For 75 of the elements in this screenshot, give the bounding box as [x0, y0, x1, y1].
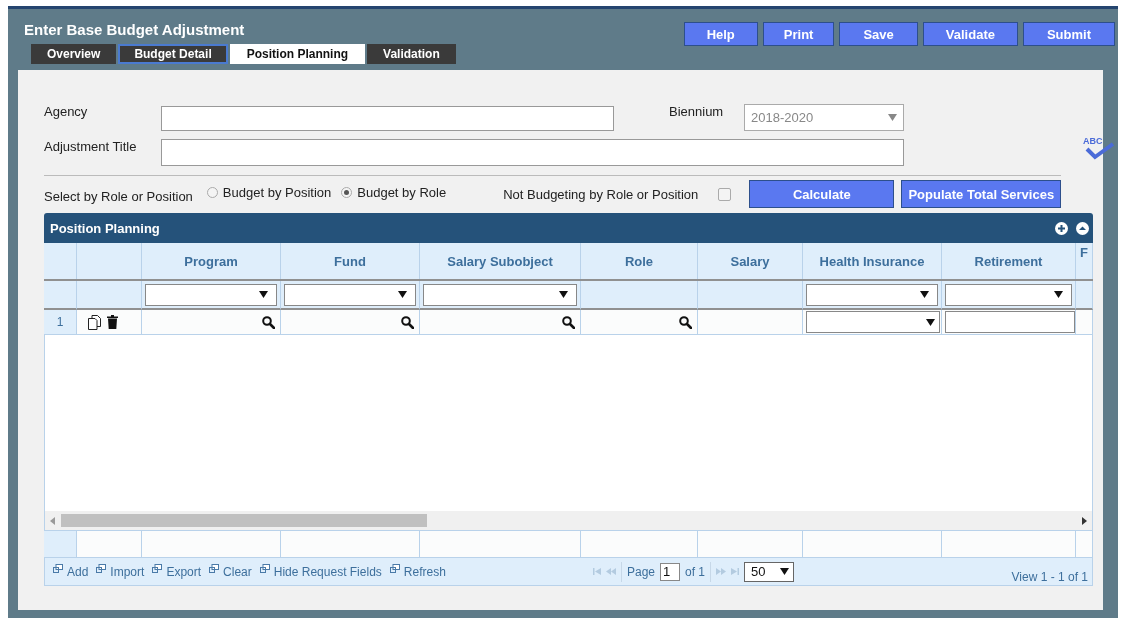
header-button[interactable]: Print [762, 22, 835, 46]
record-count: View 1 - 1 of 1 [1011, 569, 1088, 584]
caret-icon [888, 114, 897, 121]
footer-action[interactable]: Export [152, 564, 202, 579]
squares-icon [259, 564, 270, 573]
copy-icon[interactable] [88, 314, 101, 330]
field-label: Adjustment Title [44, 139, 138, 154]
search-icon[interactable] [679, 315, 692, 329]
grid-title: Position Planning [50, 220, 160, 236]
radio-label: Budget by Position [222, 185, 332, 200]
footer-action[interactable]: Import [96, 564, 145, 579]
checkbox[interactable] [718, 187, 732, 201]
column-header[interactable]: Salary Subobject [447, 253, 553, 269]
column-header[interactable]: Retirement [974, 253, 1043, 269]
search-icon[interactable] [262, 315, 275, 329]
horizontal-scrollbar[interactable] [44, 511, 1093, 530]
tab[interactable]: Overview [31, 44, 117, 64]
cell-input[interactable] [945, 311, 1075, 333]
left-arrow-icon[interactable] [50, 516, 55, 525]
column-header[interactable]: Fund [334, 253, 366, 269]
squares-icon [96, 564, 107, 573]
caret-icon [1054, 291, 1063, 298]
header-button[interactable]: Save [839, 22, 918, 46]
caret-icon [926, 318, 935, 326]
radio-button[interactable] [341, 187, 353, 198]
page-label: Page [627, 564, 656, 579]
caret-icon [398, 291, 407, 298]
trash-icon[interactable] [107, 315, 118, 329]
field-label: Select by Role or Position [44, 188, 193, 204]
input-field[interactable] [161, 139, 904, 166]
caret-icon [780, 568, 790, 575]
header-button[interactable]: Help [683, 22, 758, 46]
tab[interactable]: Position Planning [229, 44, 366, 64]
footer-action[interactable]: Hide Request Fields [259, 564, 382, 579]
radio-label: Budget by Role [357, 185, 447, 200]
column-header[interactable]: Salary [730, 253, 770, 269]
column-header[interactable]: Health Insurance [819, 253, 925, 269]
caret-icon [259, 291, 268, 298]
column-header[interactable]: Program [184, 253, 238, 269]
checkbox-label: Not Budgeting by Role or Position [503, 186, 699, 202]
right-arrow-icon[interactable] [1082, 516, 1087, 525]
header-button[interactable]: Submit [1022, 22, 1115, 46]
tab[interactable]: Validation [367, 44, 456, 64]
caret-icon [559, 291, 568, 298]
squares-icon [389, 564, 400, 573]
radio-button[interactable] [206, 187, 218, 198]
squares-icon [209, 564, 220, 573]
page-size-dropdown[interactable]: 50 [744, 561, 795, 582]
tab[interactable]: Budget Detail [118, 44, 228, 64]
input-field[interactable] [161, 106, 614, 131]
caret-icon [920, 291, 929, 298]
squares-icon [53, 564, 63, 573]
page-input[interactable]: 1 [660, 562, 681, 581]
footer-action[interactable]: Clear [209, 564, 252, 579]
squares-icon [152, 564, 163, 573]
row-number: 1 [44, 310, 77, 335]
spellcheck-button[interactable]: ABC [1079, 136, 1117, 162]
action-button[interactable]: Populate Total Services [901, 180, 1062, 208]
collapse-icon[interactable] [1076, 221, 1089, 235]
field-label: Agency [44, 104, 89, 119]
cell-dropdown[interactable] [806, 311, 940, 333]
field-label: Biennium [669, 104, 725, 119]
column-header[interactable]: F [1080, 245, 1088, 260]
footer-action[interactable]: Add [53, 564, 89, 579]
add-icon[interactable] [1055, 221, 1068, 235]
search-icon[interactable] [401, 315, 414, 329]
column-header[interactable]: Role [624, 253, 654, 269]
table-row[interactable]: 1 [44, 310, 1093, 335]
header-button[interactable]: Validate [922, 22, 1018, 46]
check-icon [1085, 142, 1115, 160]
window-title: Enter Base Budget Adjustment [24, 21, 246, 38]
search-icon[interactable] [562, 315, 575, 329]
page-count: of 1 [685, 564, 706, 579]
footer-action[interactable]: Refresh [389, 564, 446, 579]
action-button[interactable]: Calculate [749, 180, 895, 208]
